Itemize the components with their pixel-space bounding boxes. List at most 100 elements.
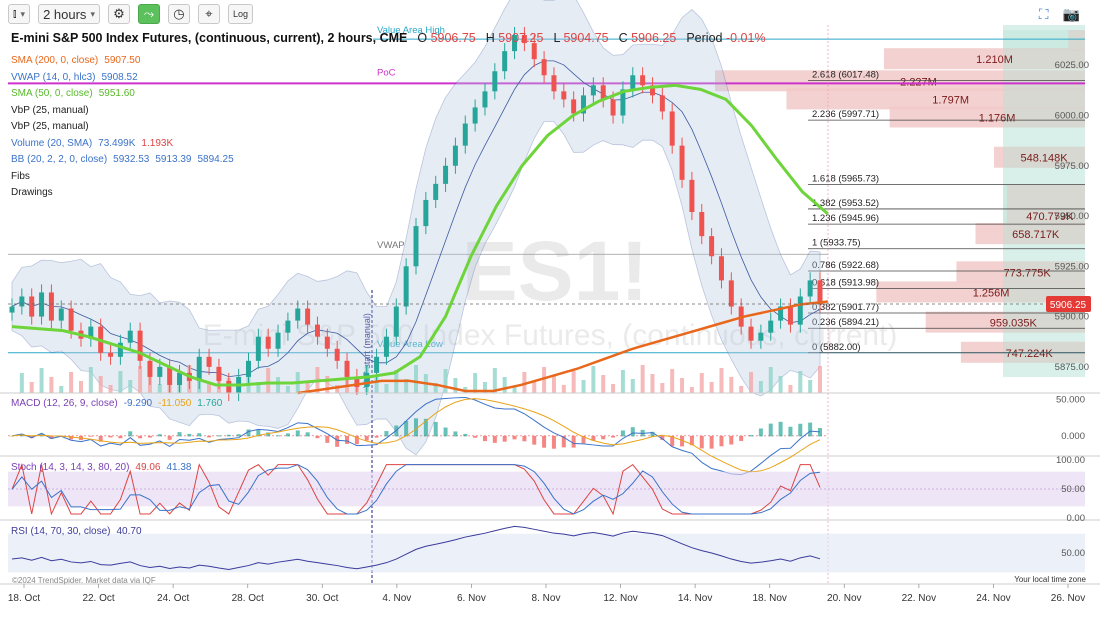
x-tick-label: 30. Oct	[306, 593, 338, 604]
candle-body	[610, 99, 616, 116]
rsi-tick: 50.00	[1061, 548, 1085, 559]
volume-bar	[709, 382, 714, 393]
macd-hist-bar	[630, 427, 635, 437]
volume-bar	[758, 381, 763, 393]
macd-hist-bar	[315, 435, 320, 439]
candle-body	[245, 360, 251, 377]
settings-button[interactable]: ⚙	[107, 4, 130, 24]
candle-body	[413, 226, 419, 267]
macd-hist-bar	[305, 432, 310, 437]
candle-body	[206, 356, 212, 367]
interval-select[interactable]: 2 hours ▾	[38, 4, 100, 24]
rsi-legend[interactable]: RSI (14, 70, 30, close) 40.70	[11, 526, 142, 537]
camera-icon[interactable]: 📷	[1063, 6, 1080, 23]
volume-bar	[601, 375, 606, 393]
volume-bar	[384, 384, 389, 393]
volume-bar	[551, 376, 556, 393]
legend-name: SMA (50, 0, close)	[11, 88, 93, 99]
current-price-text: 5906.25	[1050, 300, 1087, 311]
candle-body	[364, 372, 370, 387]
macd-hist-value: 1.760	[197, 398, 223, 409]
candle-body	[482, 91, 488, 108]
draw-tool-button[interactable]: ⤳	[137, 4, 160, 24]
timezone-label[interactable]: Your local time zone	[1014, 575, 1086, 584]
macd-hist-bar	[384, 431, 389, 437]
candle-body	[502, 51, 508, 72]
macd-legend[interactable]: MACD (12, 26, 9, close) -9.290 -11.050 1…	[11, 398, 222, 409]
volume-profile-label: 658.717K	[1012, 229, 1060, 241]
volume-bar	[561, 385, 566, 393]
legend-row[interactable]: Fibs	[11, 169, 234, 186]
legend-name: VbP (25, manual)	[11, 104, 89, 116]
low-label: L	[553, 31, 560, 45]
gear-icon: ⚙	[113, 6, 125, 21]
legend-row[interactable]: VWAP (14, 0, hlc3) 5908.52	[11, 70, 234, 87]
candle-body	[807, 280, 813, 297]
volume-bar	[729, 377, 734, 393]
fib-label: 0.236 (5894.21)	[812, 317, 879, 328]
stoch-tick: 0.00	[1067, 513, 1086, 524]
fullscreen-icon[interactable]: ⛶	[1039, 6, 1049, 23]
legend-row[interactable]: BB (20, 2, 2, 0, close) 5932.53 5913.39 589…	[11, 152, 234, 169]
legend-row[interactable]: VbP (25, manual)	[11, 103, 234, 120]
legend-row[interactable]: Volume (20, SMA) 73.499K 1.193K	[11, 136, 234, 153]
toolbar: ⫾ ▾ 2 hours ▾ ⚙ ⤳ ◷ ⌖ Log	[8, 3, 253, 25]
candle-body	[630, 75, 636, 90]
stoch-legend[interactable]: Stoch (14, 3, 14, 3, 80, 20) 49.06 41.38	[11, 462, 191, 473]
candle-body	[541, 59, 547, 76]
macd-hist-bar	[207, 435, 212, 438]
macd-hist-bar	[709, 435, 714, 449]
volume-bar	[108, 385, 113, 393]
candle-body	[383, 336, 389, 357]
macd-hist-bar	[325, 435, 330, 443]
macd-hist-bar	[463, 433, 468, 437]
macd-hist-bar	[285, 433, 290, 437]
legend-row[interactable]: VbP (25, manual)	[11, 119, 234, 136]
macd-hist-bar	[551, 435, 556, 449]
volume-bar	[502, 377, 507, 393]
x-tick-label: 22. Oct	[82, 593, 114, 604]
candle-body	[768, 320, 774, 333]
macd-hist-bar	[768, 423, 773, 437]
macd-hist-bar	[699, 435, 704, 449]
macd-hist-bar	[226, 434, 231, 437]
symbol-title: E-mini S&P 500 Index Futures, (continuou…	[11, 31, 408, 45]
legend-row[interactable]: SMA (200, 0, close) 5907.50	[11, 53, 234, 70]
chevron-down-icon: ▾	[20, 8, 26, 19]
stoch-legend-name: Stoch (14, 3, 14, 3, 80, 20)	[11, 462, 130, 473]
legend-value: 73.499K	[98, 137, 136, 149]
macd-hist-bar	[453, 431, 458, 437]
volume-bar	[778, 376, 783, 393]
candle-body	[19, 296, 25, 307]
macd-hist-bar	[147, 435, 152, 438]
volume-bar	[719, 368, 724, 393]
replay-button[interactable]: ◷	[167, 4, 190, 24]
legend-row[interactable]: Drawings	[11, 185, 234, 202]
volume-bar	[699, 373, 704, 393]
candle-body	[561, 91, 567, 100]
macd-hist-bar	[335, 435, 340, 447]
legend-row[interactable]: SMA (50, 0, close) 5951.60	[11, 86, 234, 103]
volume-bar	[414, 365, 418, 393]
volume-bar	[660, 383, 665, 393]
volume-bar	[640, 365, 645, 393]
period-label: Period	[686, 31, 723, 45]
volume-bar	[29, 382, 34, 393]
volume-bar	[69, 372, 74, 393]
crosshair-button[interactable]: ⌖	[197, 4, 220, 24]
volume-bar	[571, 371, 576, 393]
candle-body	[443, 165, 449, 184]
macd-hist-bar	[542, 435, 547, 448]
volume-profile-green	[1003, 88, 1085, 110]
candle-body	[669, 111, 675, 146]
macd-hist-bar	[177, 432, 182, 437]
close-label: C	[618, 31, 628, 45]
log-scale-button[interactable]: Log	[227, 4, 253, 24]
rsi-legend-name: RSI (14, 70, 30, close)	[11, 526, 111, 537]
x-tick-label: 14. Nov	[678, 593, 712, 604]
chart-type-button[interactable]: ⫾ ▾	[8, 4, 31, 24]
candle-body	[177, 372, 183, 385]
macd-hist-bar	[345, 435, 350, 444]
price-tick: 5975.00	[1055, 161, 1089, 172]
candle-body	[157, 366, 163, 377]
